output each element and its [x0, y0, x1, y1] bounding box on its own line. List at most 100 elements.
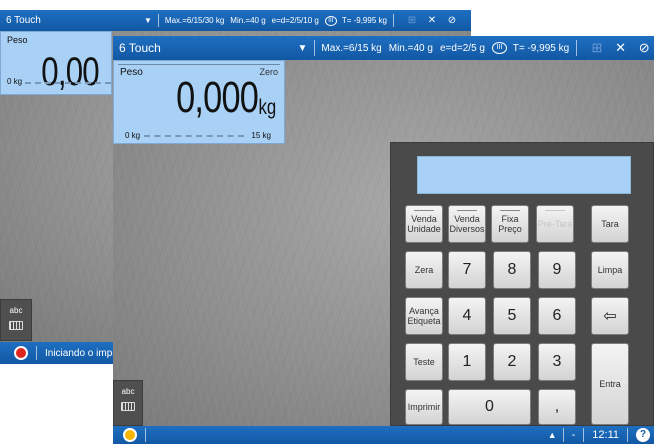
display-top-rule	[118, 64, 280, 65]
main-area: Peso Zero 0,000 kg 0 kg 15 kg Venda Unid…	[113, 60, 654, 426]
spec-min: Min.=40 g	[230, 16, 266, 25]
spec-e: e=d=2/5 g	[439, 42, 485, 54]
title-bar: 6 Touch ▼ Max.=6/15 kg Min.=40 g e=d=2/5…	[113, 36, 654, 60]
key-2[interactable]: 2	[493, 343, 531, 381]
abc-label: abc	[9, 306, 23, 315]
accuracy-class-badge: III	[491, 42, 507, 54]
weight-label: Peso	[7, 35, 28, 45]
range-max: 15 kg	[251, 131, 271, 140]
limpa-button[interactable]: Limpa	[591, 251, 629, 289]
help-icon[interactable]: ?	[636, 428, 650, 442]
avanca-etiqueta-button[interactable]: Avança Etiqueta	[405, 297, 443, 335]
weight-display: Peso 0,00 0 kg	[0, 31, 112, 95]
close-icon[interactable]: ✕	[611, 39, 631, 57]
teste-button[interactable]: Teste	[405, 343, 443, 381]
caret-down-icon[interactable]: ▼	[144, 16, 152, 25]
key-0[interactable]: 0	[448, 389, 531, 425]
status-indicator-icon	[123, 428, 137, 442]
key-bar	[500, 210, 520, 211]
title-bar: 6 Touch ▼ Max.=6/15/30 kg Min.=40 g e=d=…	[0, 10, 471, 31]
weight-unit: kg	[258, 96, 276, 119]
keypad: Venda Unidade Venda Diversos Fixa Preço	[390, 142, 654, 426]
range-bar	[144, 135, 244, 137]
imprimir-button[interactable]: Imprimir	[405, 389, 443, 425]
key-1[interactable]: 1	[448, 343, 486, 381]
key-label-line1: Venda	[411, 214, 437, 224]
key-label-line1: Fixa	[501, 214, 519, 224]
app-title: 6 Touch	[119, 41, 161, 55]
spec-tare: T= -9,995 kg	[341, 16, 387, 25]
zera-button[interactable]: Zera	[405, 251, 443, 289]
network-icon[interactable]: ⊞	[404, 13, 420, 28]
entra-button[interactable]: Entra	[591, 343, 629, 425]
spec-e: e=d=2/5/10 g	[271, 16, 319, 25]
weight-value: 0,000	[176, 73, 259, 122]
divider	[627, 428, 628, 442]
key-label: 3	[552, 353, 562, 370]
key-4[interactable]: 4	[448, 297, 486, 335]
key-label: 5	[507, 307, 517, 324]
key-label: Venda Diversos	[449, 214, 484, 234]
tara-button[interactable]: Tara	[591, 205, 629, 243]
range-min: 0 kg	[125, 131, 141, 140]
network-icon[interactable]: ⊞	[587, 39, 607, 57]
keyboard-toggle-button[interactable]: abc	[0, 299, 32, 341]
key-6[interactable]: 6	[538, 297, 576, 335]
key-5[interactable]: 5	[493, 297, 531, 335]
close-icon[interactable]: ✕	[424, 13, 440, 28]
range-min: 0 kg	[7, 77, 23, 86]
venda-unidade-button[interactable]: Venda Unidade	[405, 205, 443, 243]
key-3[interactable]: 3	[538, 343, 576, 381]
key-comma[interactable]: ,	[538, 389, 576, 425]
key-label: Avança Etiqueta	[407, 306, 440, 326]
key-bar	[457, 210, 477, 211]
status-dash: -	[571, 429, 576, 441]
weight-display: Peso Zero 0,000 kg 0 kg 15 kg	[113, 60, 285, 144]
venda-diversos-button[interactable]: Venda Diversos	[448, 205, 486, 243]
key-label: Zera	[414, 265, 434, 275]
power-icon[interactable]: ⊘	[444, 13, 460, 28]
key-label: 8	[507, 261, 517, 278]
weight-value: 0,00	[41, 50, 99, 94]
power-icon[interactable]: ⊘	[634, 39, 654, 57]
backspace-button[interactable]: ⇦	[591, 297, 629, 335]
backspace-icon: ⇦	[603, 308, 617, 325]
key-bar	[545, 210, 565, 211]
key-label: 6	[552, 307, 562, 324]
status-message: Iniciando o impre	[45, 347, 122, 359]
divider	[145, 428, 146, 442]
accuracy-class-badge: III	[324, 15, 337, 26]
divider	[583, 428, 585, 442]
key-label: Tara	[601, 219, 619, 229]
key-label-line1: Venda	[454, 214, 480, 224]
key-label-line2: Preço	[498, 224, 522, 234]
key-bar	[414, 210, 434, 211]
keyboard-toggle-button[interactable]: abc	[113, 380, 143, 426]
key-8[interactable]: 8	[493, 251, 531, 289]
key-7[interactable]: 7	[448, 251, 486, 289]
key-label: Fixa Preço	[498, 214, 522, 234]
zero-indicator: Zero	[259, 67, 278, 77]
divider	[36, 346, 37, 360]
key-label: 2	[507, 353, 517, 370]
triangle-up-icon[interactable]: ▲	[548, 430, 557, 440]
key-label-line2: Diversos	[449, 224, 485, 234]
key-label: Venda Unidade	[407, 214, 441, 234]
abc-label: abc	[121, 387, 135, 396]
key-9[interactable]: 9	[538, 251, 576, 289]
pre-tara-button[interactable]: Pré-Tara	[536, 205, 574, 243]
divider	[157, 14, 159, 27]
spec-tare: T= -9,995 kg	[512, 42, 570, 54]
key-label-line1: Avança	[409, 306, 439, 316]
fixa-preco-button[interactable]: Fixa Preço	[491, 205, 529, 243]
app-title: 6 Touch	[6, 15, 41, 26]
key-label: Limpa	[597, 265, 623, 275]
key-label: Entra	[599, 379, 621, 389]
key-label: 7	[462, 261, 472, 278]
clock: 12:11	[592, 429, 619, 441]
key-label: 1	[462, 353, 472, 370]
key-label: ,	[554, 398, 560, 415]
key-label: Teste	[413, 357, 435, 367]
key-label: Pré-Tara	[537, 219, 573, 229]
caret-down-icon[interactable]: ▼	[298, 43, 308, 54]
